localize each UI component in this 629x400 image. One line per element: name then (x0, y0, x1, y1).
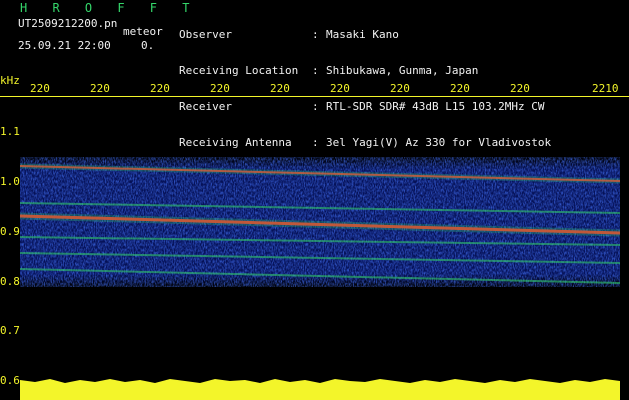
noise-floor-level (20, 379, 620, 400)
time-tick-label: 220 (150, 82, 170, 95)
meteor-count: 0. (141, 39, 155, 52)
meteor-label: meteor (123, 25, 163, 38)
info-row-observer: Observer: Masaki Kano (179, 29, 551, 41)
time-tick-label: 220 (210, 82, 230, 95)
time-tick-label: 220 (390, 82, 410, 95)
app-title: H R O F F T (20, 1, 199, 15)
time-tick-label: 220 (30, 82, 50, 95)
spectrogram-plot (20, 157, 620, 400)
info-value: Masaki Kano (326, 28, 399, 41)
info-separator: : (312, 64, 319, 77)
info-row-location: Receiving Location: Shibukawa, Gunma, Jap… (179, 65, 551, 77)
info-key: Receiving Location (179, 64, 299, 77)
info-key: Observer (179, 28, 232, 41)
frequency-tick-label: 1.1 (0, 125, 20, 138)
time-tick-label: 220 (450, 82, 470, 95)
frequency-tick-label: 0.6 (0, 374, 20, 387)
frequency-tick-label: 0.8 (0, 275, 20, 288)
frequency-tick-label: 0.9 (0, 225, 20, 238)
file-name: UT2509212200.pn (18, 17, 118, 30)
date-time: 25.09.21 22:00 (18, 39, 111, 52)
time-tick-label: 220 (330, 82, 350, 95)
info-separator: : (312, 28, 319, 41)
time-tick-label: 220 (270, 82, 290, 95)
time-tick-label: 220 (510, 82, 530, 95)
time-tick-label: 220 (90, 82, 110, 95)
frequency-unit-label: kHz (0, 74, 20, 87)
frequency-tick-label: 0.7 (0, 324, 20, 337)
info-value: Shibukawa, Gunma, Japan (326, 64, 479, 77)
time-tick-label: 2210 (592, 82, 619, 95)
frequency-tick-label: 1.0 (0, 175, 20, 188)
